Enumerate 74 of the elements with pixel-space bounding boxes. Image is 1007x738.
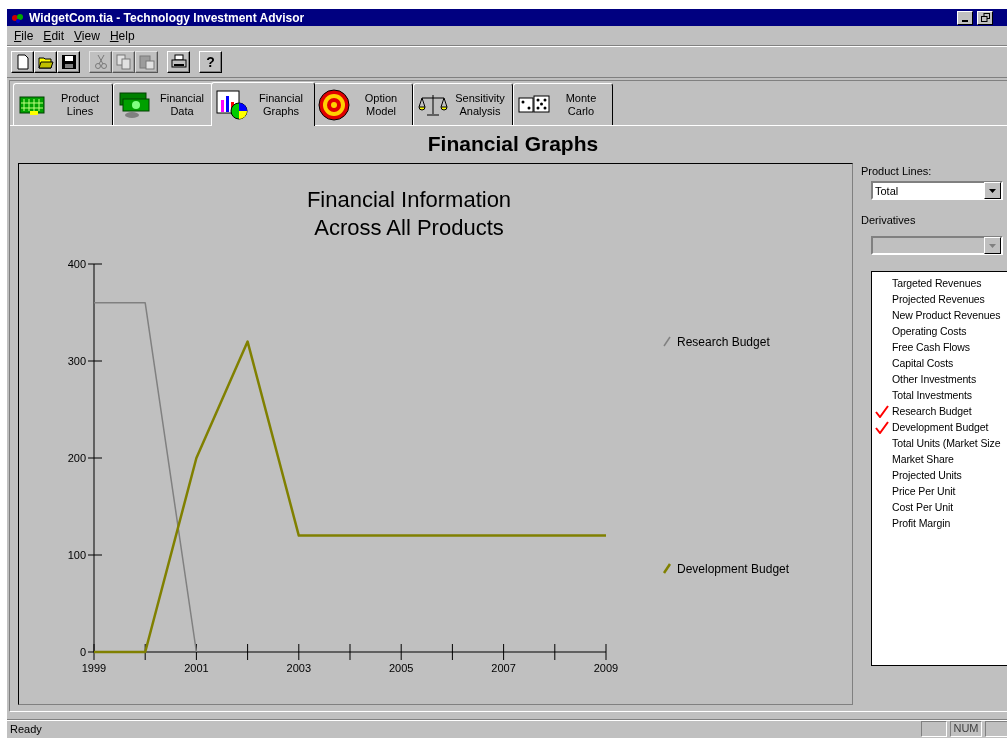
tab[interactable]: Monte Carlo bbox=[513, 83, 613, 125]
clipboard-icon bbox=[138, 54, 155, 70]
new-button[interactable] bbox=[11, 51, 34, 73]
new-document-icon bbox=[14, 54, 31, 70]
menu-item[interactable]: Help bbox=[104, 28, 140, 43]
printer-icon bbox=[170, 54, 187, 70]
y-tick-label: 0 bbox=[79, 646, 86, 658]
legend-swatch bbox=[662, 563, 672, 574]
y-tick-label: 400 bbox=[67, 258, 86, 270]
legend-swatch bbox=[663, 336, 671, 347]
restore-icon bbox=[980, 13, 990, 22]
window-title: WidgetCom.tia - Technology Investment Advisor bbox=[29, 10, 306, 25]
dropdown-arrow-icon bbox=[989, 188, 996, 193]
restore-button[interactable] bbox=[977, 10, 993, 25]
copy-icon bbox=[115, 54, 132, 70]
list-item[interactable]: New Product Revenues bbox=[892, 309, 1001, 321]
dropdown-arrow-icon bbox=[989, 243, 996, 248]
list-item[interactable]: Capital Costs bbox=[892, 357, 954, 369]
open-button[interactable] bbox=[34, 51, 57, 73]
print-button[interactable] bbox=[167, 51, 190, 73]
tab[interactable]: Sensitivity Analysis bbox=[413, 83, 513, 125]
x-tick-label: 2005 bbox=[388, 662, 414, 674]
folder-icon bbox=[37, 54, 54, 70]
page-title: Financial Graphs bbox=[426, 131, 600, 157]
minimize-button[interactable] bbox=[957, 10, 973, 25]
field-label: Derivatives bbox=[861, 214, 917, 226]
list-item[interactable]: Total Units (Market Size bbox=[892, 437, 1001, 449]
x-tick-label: 1999 bbox=[81, 662, 107, 674]
legend-label: Development Budget bbox=[677, 562, 790, 576]
list-item[interactable]: Research Budget bbox=[892, 405, 972, 417]
status-indicator: NUM bbox=[950, 721, 982, 737]
balance-scale-icon bbox=[418, 92, 448, 117]
y-tick-label: 200 bbox=[67, 452, 86, 464]
tab[interactable]: Financial Graphs bbox=[211, 82, 315, 126]
check-icon bbox=[875, 404, 889, 418]
x-tick-label: 2007 bbox=[491, 662, 516, 674]
banknotes-icon bbox=[118, 90, 152, 119]
list-item[interactable]: Development Budget bbox=[892, 421, 989, 433]
list-item[interactable]: Total Investments bbox=[892, 389, 972, 401]
tab[interactable]: Product Lines bbox=[13, 83, 113, 125]
check-icon bbox=[875, 420, 889, 434]
status-message: Ready bbox=[9, 723, 43, 735]
list-item[interactable]: Projected Units bbox=[892, 469, 962, 481]
tab[interactable]: Option Model bbox=[313, 83, 413, 125]
chart-title: Financial Information bbox=[306, 187, 512, 212]
chart-title: Across All Products bbox=[314, 215, 504, 240]
list-item[interactable]: Price Per Unit bbox=[892, 485, 956, 497]
list-item[interactable]: Projected Revenues bbox=[892, 293, 985, 305]
y-tick-label: 100 bbox=[67, 549, 86, 561]
product-lines-dropdown[interactable]: Total bbox=[871, 181, 1003, 200]
menu-item[interactable]: View bbox=[69, 28, 105, 43]
x-tick-label: 2001 bbox=[184, 662, 209, 674]
list-item[interactable]: Free Cash Flows bbox=[892, 341, 970, 353]
list-item[interactable]: Other Investments bbox=[892, 373, 977, 385]
app-icon bbox=[11, 11, 25, 24]
legend-label: Research Budget bbox=[677, 335, 770, 349]
scissors-icon bbox=[92, 54, 109, 70]
x-tick-label: 2003 bbox=[286, 662, 312, 674]
y-tick-label: 300 bbox=[67, 355, 86, 367]
x-tick-label: 2009 bbox=[593, 662, 619, 674]
field-label: Product Lines: bbox=[861, 165, 933, 177]
help-button[interactable]: ? bbox=[199, 51, 222, 73]
list-item[interactable]: Market Share bbox=[892, 453, 954, 465]
list-item[interactable]: Targeted Revenues bbox=[892, 277, 982, 289]
chart-icon bbox=[216, 89, 248, 120]
minimize-icon bbox=[962, 19, 968, 22]
list-item[interactable]: Cost Per Unit bbox=[892, 501, 954, 513]
save-button[interactable] bbox=[57, 51, 80, 73]
tab[interactable]: Financial Data bbox=[113, 83, 213, 125]
menu-item[interactable]: Edit bbox=[38, 28, 70, 43]
list-item[interactable]: Profit Margin bbox=[892, 517, 951, 529]
dartboard-icon bbox=[318, 88, 350, 121]
menu-item[interactable]: File bbox=[9, 28, 39, 43]
list-item[interactable]: Operating Costs bbox=[892, 325, 967, 337]
